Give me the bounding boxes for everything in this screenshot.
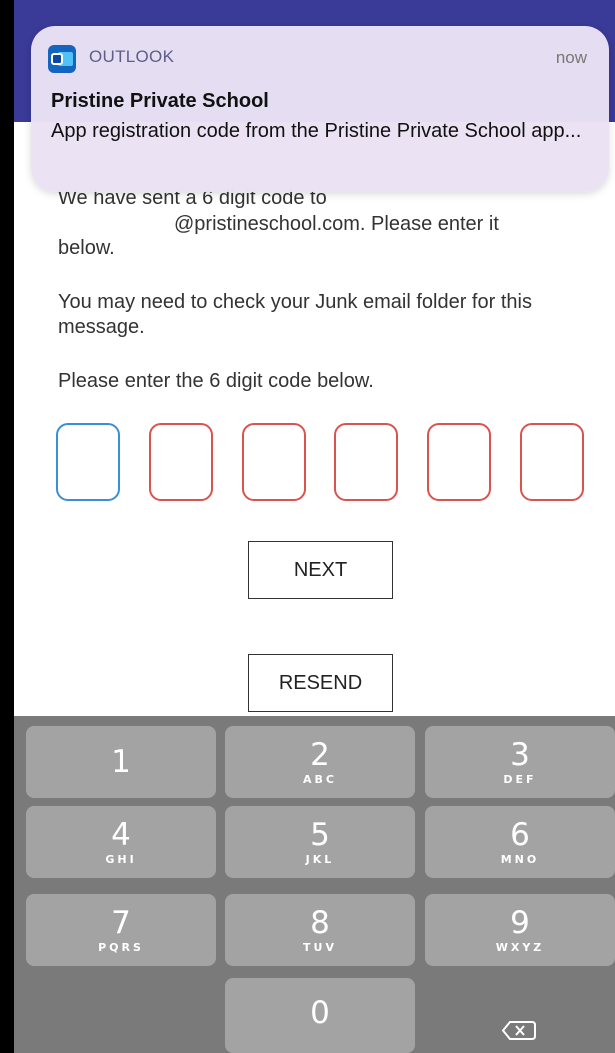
key-8-letters: TUV bbox=[303, 941, 337, 954]
notification-title: Pristine Private School bbox=[51, 90, 269, 112]
code-sent-email: @pristineschool.com. Please enter it bbox=[174, 213, 499, 235]
key-0[interactable]: 0 bbox=[225, 978, 415, 1053]
key-1[interactable]: 1 bbox=[26, 726, 216, 798]
key-8[interactable]: 8 TUV bbox=[225, 894, 415, 966]
code-digit-4[interactable] bbox=[334, 423, 398, 501]
code-digit-1[interactable] bbox=[56, 423, 120, 501]
code-digit-6[interactable] bbox=[520, 423, 584, 501]
key-1-number: 1 bbox=[111, 744, 131, 780]
notification-app-name: OUTLOOK bbox=[89, 47, 175, 66]
key-6-letters: MNO bbox=[500, 853, 540, 866]
resend-button[interactable]: RESEND bbox=[248, 654, 393, 712]
key-3[interactable]: 3 DEF bbox=[425, 726, 615, 798]
code-input-row bbox=[54, 423, 584, 501]
key-9[interactable]: 9 WXYZ bbox=[425, 894, 615, 966]
key-4-number: 4 bbox=[111, 817, 131, 853]
delete-key[interactable] bbox=[426, 1007, 615, 1053]
outlook-o-shape bbox=[51, 53, 63, 65]
key-9-number: 9 bbox=[510, 905, 530, 941]
key-5-letters: JKL bbox=[305, 853, 335, 866]
notification-time: now bbox=[555, 48, 587, 67]
backspace-icon bbox=[501, 1021, 536, 1040]
key-4-letters: GHI bbox=[105, 853, 137, 866]
code-digit-5[interactable] bbox=[427, 423, 491, 501]
key-7-number: 7 bbox=[111, 905, 131, 941]
code-digit-2[interactable] bbox=[149, 423, 213, 501]
key-2-letters: ABC bbox=[303, 773, 337, 786]
push-notification[interactable]: OUTLOOK now Pristine Private School App … bbox=[31, 26, 609, 192]
next-button[interactable]: NEXT bbox=[248, 541, 393, 599]
key-3-letters: DEF bbox=[503, 773, 537, 786]
key-7-letters: PQRS bbox=[98, 941, 144, 954]
key-0-number: 0 bbox=[310, 995, 330, 1031]
enter-code-prompt: Please enter the 6 digit code below. bbox=[58, 370, 374, 392]
code-sent-below: below. bbox=[58, 237, 115, 259]
code-digit-3[interactable] bbox=[242, 423, 306, 501]
key-9-letters: WXYZ bbox=[495, 941, 545, 954]
key-2-number: 2 bbox=[310, 737, 330, 773]
outlook-icon bbox=[48, 45, 76, 73]
key-7[interactable]: 7 PQRS bbox=[26, 894, 216, 966]
key-8-number: 8 bbox=[310, 905, 330, 941]
key-5[interactable]: 5 JKL bbox=[225, 806, 415, 878]
numeric-keypad: 1 2 ABC 3 DEF 4 GHI 5 JKL 6 MNO 7 PQRS 8… bbox=[14, 716, 615, 1053]
notification-body: App registration code from the Pristine … bbox=[51, 120, 582, 142]
key-6[interactable]: 6 MNO bbox=[425, 806, 615, 878]
key-3-number: 3 bbox=[510, 737, 530, 773]
key-5-number: 5 bbox=[310, 817, 330, 853]
junk-folder-note: You may need to check your Junk email fo… bbox=[58, 291, 532, 338]
key-4[interactable]: 4 GHI bbox=[26, 806, 216, 878]
key-6-number: 6 bbox=[510, 817, 530, 853]
key-2[interactable]: 2 ABC bbox=[225, 726, 415, 798]
